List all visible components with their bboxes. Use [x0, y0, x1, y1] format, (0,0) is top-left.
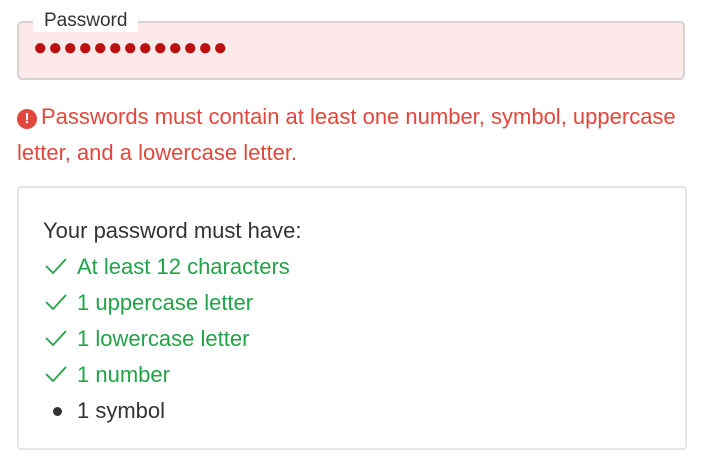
requirement-item: 1 uppercase letter	[43, 285, 290, 321]
requirements-title: Your password must have:	[43, 218, 302, 243]
checkmark-icon	[43, 249, 69, 285]
checkmark-icon	[43, 285, 69, 321]
checkmark-icon	[43, 321, 69, 357]
password-requirements-panel: Your password must have: At least 12 cha…	[17, 186, 687, 450]
requirement-label: 1 number	[77, 362, 170, 387]
requirement-item: 1 symbol	[43, 393, 290, 429]
bullet-icon	[43, 393, 69, 429]
password-input-value[interactable]: ●●●●●●●●●●●●●	[33, 33, 228, 63]
requirement-item: 1 lowercase letter	[43, 321, 290, 357]
password-field-label: Password	[33, 10, 139, 32]
exclamation-circle-icon: !	[17, 109, 37, 129]
requirements-list: At least 12 characters 1 uppercase lette…	[43, 249, 290, 429]
requirement-item: 1 number	[43, 357, 290, 393]
password-field[interactable]: Password ●●●●●●●●●●●●●	[17, 10, 685, 80]
error-text: Passwords must contain at least one numb…	[17, 104, 676, 165]
requirement-label: 1 symbol	[77, 398, 166, 423]
requirement-item: At least 12 characters	[43, 249, 290, 285]
password-error-message: ! Passwords must contain at least one num…	[17, 99, 687, 171]
password-form: Password ●●●●●●●●●●●●● ! Passwords must c…	[0, 0, 705, 466]
checkmark-icon	[43, 357, 69, 393]
requirement-label: 1 lowercase letter	[77, 326, 250, 351]
requirement-label: 1 uppercase letter	[77, 290, 254, 315]
requirement-label: At least 12 characters	[77, 254, 290, 279]
